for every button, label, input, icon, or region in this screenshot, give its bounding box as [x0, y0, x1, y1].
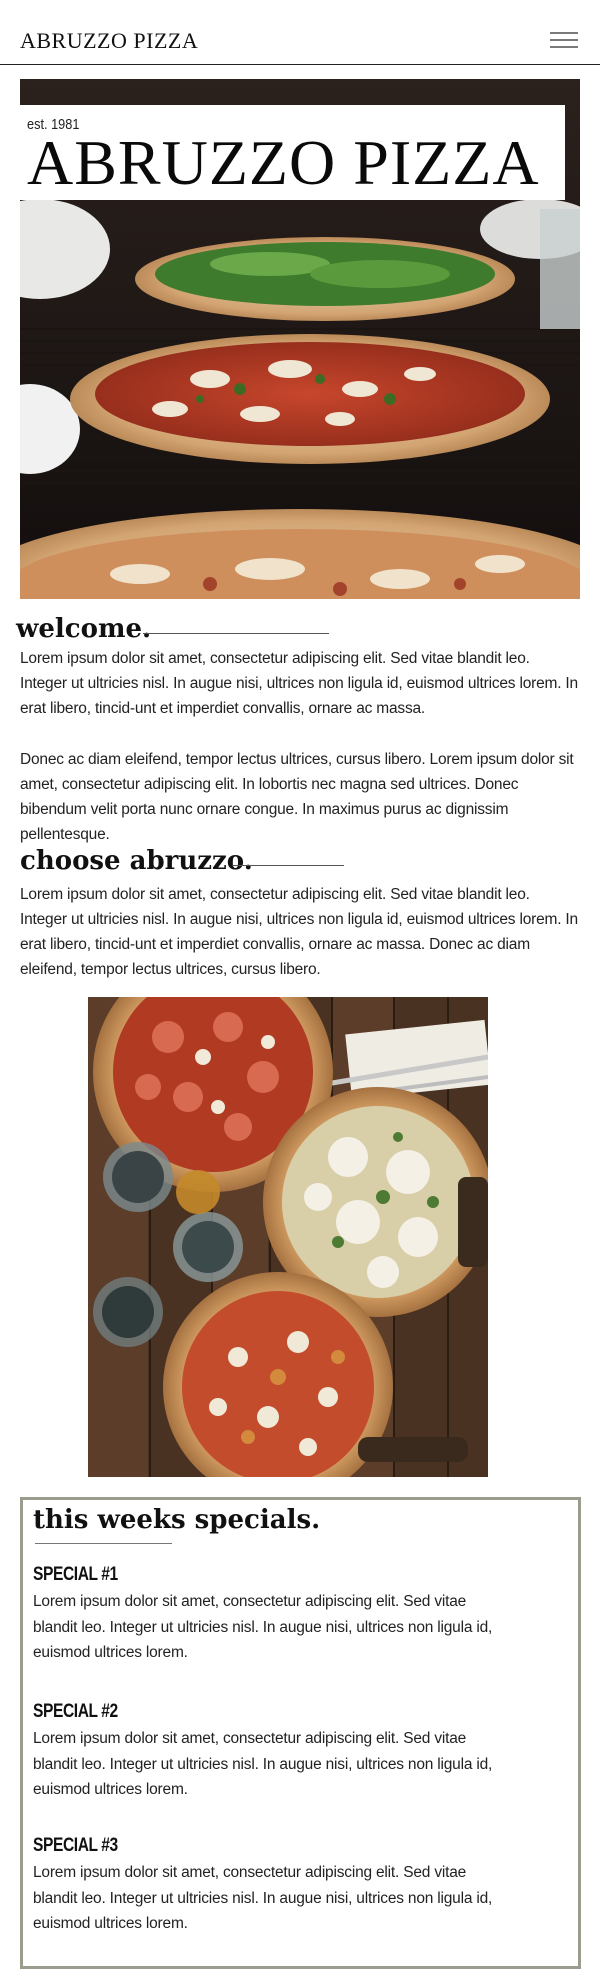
welcome-paragraph-1: Lorem ipsum dolor sit amet, consectetur … [20, 650, 578, 717]
hamburger-menu-icon[interactable] [550, 31, 578, 49]
welcome-paragraph-2: Donec ac diam eleifend, tempor lectus ul… [20, 751, 574, 843]
special-2-description: Lorem ipsum dolor sit amet, consectetur … [33, 1730, 493, 1798]
top-nav-bar: ABRUZZO PIZZA [0, 0, 600, 65]
pizzas-top-view-image [88, 997, 488, 1477]
specials-heading: this weeks specials. [33, 1505, 321, 1535]
special-3-title: SPECIAL #3 [33, 1835, 118, 1856]
choose-paragraph: Lorem ipsum dolor sit amet, consectetur … [20, 886, 578, 978]
special-1-description: Lorem ipsum dolor sit amet, consectetur … [33, 1593, 493, 1661]
specials-box: this weeks specials. SPECIAL #1 Lorem ip… [20, 1497, 581, 1969]
brand-logo-text[interactable]: ABRUZZO PIZZA [20, 28, 198, 54]
special-2-title: SPECIAL #2 [33, 1701, 118, 1722]
special-3-description: Lorem ipsum dolor sit amet, consectetur … [33, 1864, 493, 1932]
welcome-heading-rule [143, 633, 329, 634]
welcome-heading: welcome. [16, 614, 152, 644]
choose-heading-rule [232, 865, 344, 866]
hero-caption: est. 1981 ABRUZZO PIZZA [20, 105, 565, 200]
specials-heading-rule [35, 1543, 172, 1544]
hero-title: ABRUZZO PIZZA [27, 127, 540, 198]
special-1-title: SPECIAL #1 [33, 1564, 118, 1585]
choose-heading: choose abruzzo. [20, 846, 253, 876]
